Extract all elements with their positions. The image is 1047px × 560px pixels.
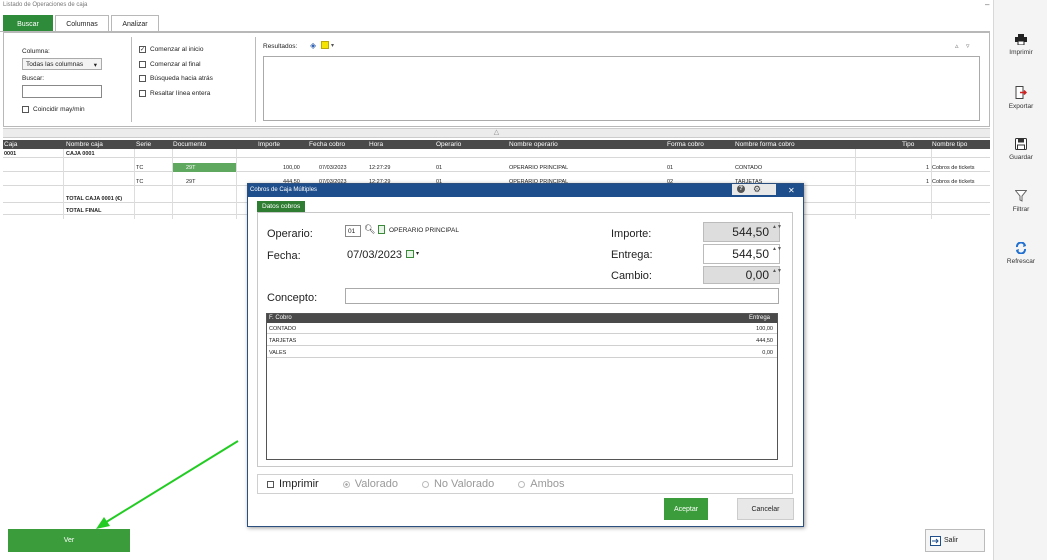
spinner-icon[interactable]: ▲▼ — [772, 224, 782, 230]
cell-forma: TARJETAS — [269, 338, 297, 344]
aceptar-button[interactable]: Aceptar — [664, 498, 708, 520]
radio-label: No Valorado — [433, 478, 495, 490]
tab-datos-cobros[interactable]: Datos cobros — [257, 201, 306, 212]
fecha-input[interactable]: 07/03/2023 — [347, 249, 402, 261]
cambio-value: 0,00 — [745, 268, 769, 282]
radio-label: Ambos — [530, 478, 565, 490]
checkbox-icon — [267, 480, 274, 488]
title-tools: ? ⚙ — [732, 184, 776, 195]
cambio-field[interactable]: 0,00 ▲▼ — [703, 266, 782, 284]
cobros-dialog: Cobros de Caja Múltiples ? ⚙ ✕ Datos cob… — [247, 183, 804, 527]
radio-no-valorado[interactable]: No Valorado — [421, 478, 495, 490]
radio-icon — [342, 480, 350, 488]
dialog-title-bar: Cobros de Caja Múltiples ? ⚙ ✕ — [248, 184, 803, 197]
imprimir-checkbox[interactable]: Imprimir — [267, 478, 319, 490]
grid-row[interactable]: VALES 0,00 — [267, 347, 777, 358]
entrega-label: Entrega: — [611, 249, 653, 261]
cell-forma: VALES — [269, 350, 287, 356]
spinner-icon[interactable]: ▲▼ — [772, 268, 782, 274]
close-icon[interactable]: ✕ — [788, 186, 795, 195]
radio-valorado[interactable]: Valorado — [342, 478, 398, 490]
concepto-label: Concepto: — [267, 292, 318, 304]
cell-entrega: 444,50 — [756, 338, 773, 344]
cell-entrega: 0,00 — [762, 350, 773, 356]
formas-cobro-grid: F. Cobro Entrega CONTADO 100,00 TARJETAS… — [266, 313, 778, 460]
operario-label: Operario: — [267, 228, 313, 240]
importe-label: Importe: — [611, 228, 652, 240]
importe-field[interactable]: 544,50 ▲▼ — [703, 222, 782, 242]
cambio-label: Cambio: — [611, 270, 652, 282]
spinner-icon[interactable]: ▲▼ — [772, 246, 782, 252]
operario-code-input[interactable]: 01 — [345, 225, 361, 237]
document-icon[interactable] — [378, 225, 385, 234]
entrega-value: 544,50 — [732, 247, 769, 261]
importe-value: 544,50 — [732, 225, 769, 239]
concepto-input[interactable] — [345, 288, 779, 304]
radio-label: Valorado — [354, 478, 398, 490]
radio-icon — [518, 480, 526, 488]
fecha-label: Fecha: — [267, 250, 301, 262]
col-header[interactable]: Entrega — [749, 315, 770, 321]
radio-icon — [421, 480, 429, 488]
print-options: Imprimir Valorado No Valorado Ambos — [257, 474, 793, 494]
cell-forma: CONTADO — [269, 326, 297, 332]
gear-icon[interactable]: ⚙ — [753, 184, 761, 194]
grid-row[interactable]: TARJETAS 444,50 — [267, 335, 777, 346]
chevron-down-icon[interactable]: ▾ — [416, 250, 419, 257]
col-header[interactable]: F. Cobro — [269, 315, 292, 321]
dialog-title: Cobros de Caja Múltiples — [250, 187, 318, 193]
radio-ambos[interactable]: Ambos — [518, 478, 565, 490]
entrega-field[interactable]: 544,50 ▲▼ — [703, 244, 782, 264]
grid-row[interactable]: CONTADO 100,00 — [267, 323, 777, 334]
cancelar-button[interactable]: Cancelar — [737, 498, 794, 520]
imprimir-label: Imprimir — [279, 478, 319, 490]
cell-entrega: 100,00 — [756, 326, 773, 332]
help-icon[interactable]: ? — [737, 185, 745, 193]
search-icon[interactable]: 🔍︎ — [364, 224, 375, 235]
operario-name: OPERARIO PRINCIPAL — [389, 227, 459, 234]
operario-code-value: 01 — [348, 228, 356, 235]
grid-header: F. Cobro Entrega — [267, 314, 777, 323]
calendar-icon[interactable] — [406, 250, 414, 258]
